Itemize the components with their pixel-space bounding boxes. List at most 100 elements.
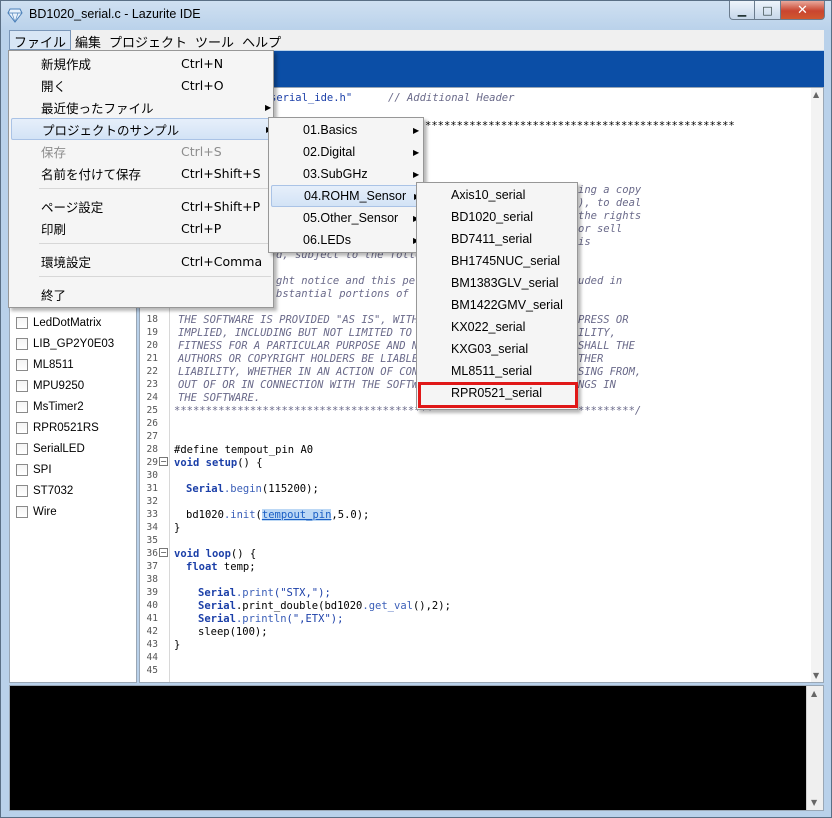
submenu-item-digital[interactable]: 02.Digital ▶ [271,141,421,163]
menu-project[interactable]: プロジェクト [105,30,191,51]
license-line: ****************************************… [174,405,434,417]
library-label: SerialLED [33,443,85,455]
line-number: 24 [146,392,158,403]
checkbox[interactable] [16,464,28,476]
menu-edit[interactable]: 編集 [71,30,105,51]
checkbox[interactable] [16,506,28,518]
library-item[interactable]: MsTimer2 [16,399,84,415]
library-item[interactable]: SPI [16,462,52,478]
line-number: 38 [146,574,158,585]
code-line-close: } [174,639,181,651]
line-number: 28 [146,444,158,455]
menu-help[interactable]: ヘルプ [238,30,285,51]
title-bar[interactable]: BD1020_serial.c - Lazurite IDE ▁ □ ✕ [1,1,831,29]
sample-item[interactable]: Axis10_serial [419,184,575,206]
menu-separator [39,243,271,244]
menu-file[interactable]: ファイル [9,30,72,51]
submenu-arrow-icon: ▶ [413,147,420,157]
menu-tools[interactable]: ツール [191,30,238,51]
menu-item-exit[interactable]: 終了 [11,283,271,305]
menu-item-save[interactable]: 保存 Ctrl+S [11,140,271,162]
checkbox[interactable] [16,485,28,497]
minimize-icon: ▁ [737,3,747,17]
console-scrollbar[interactable]: ▲ ▼ [806,686,823,810]
license-line: LIABILITY, WHETHER IN AN ACTION OF CONTR [178,366,431,378]
license-fragment: or sell [578,223,623,235]
license-fragment: bstantial portions of th [276,288,428,300]
scroll-up-icon[interactable]: ▲ [813,90,819,99]
menu-item-save-as[interactable]: 名前を付けて保存 Ctrl+Shift+S [11,162,271,184]
library-item[interactable]: LIB_GP2Y0E03 [16,336,114,352]
checkbox[interactable] [16,422,28,434]
library-item[interactable]: LedDotMatrix [16,315,101,331]
code-line-print-double: Serial.print_double(bd1020.get_val(),2); [198,600,451,612]
sample-item[interactable]: BD7411_serial [419,228,575,250]
library-item[interactable]: SerialLED [16,441,85,457]
menu-item-project-samples[interactable]: プロジェクトのサンプル▶ [11,118,273,140]
checkbox[interactable] [16,401,28,413]
sample-item[interactable]: BH1745NUC_serial [419,250,575,272]
checkbox[interactable] [16,443,28,455]
submenu-item-rohm-sensor[interactable]: 04.ROHM_Sensor▶ [271,185,423,207]
submenu-item-other-sensor[interactable]: 05.Other_Sensor▶ [271,207,421,229]
include-line: serial_ide.h" [270,92,353,104]
sample-item[interactable]: BD1020_serial [419,206,575,228]
sample-item[interactable]: BM1422GMV_serial [419,294,575,316]
minimize-button[interactable]: ▁ [729,1,755,20]
line-number: 20 [146,340,158,351]
editor-scrollbar[interactable]: ▲ ▼ [811,88,823,682]
library-item[interactable]: RPR0521RS [16,420,99,436]
library-item[interactable]: ML8511 [16,357,74,373]
library-label: Wire [33,506,57,518]
close-icon: ✕ [797,2,808,18]
sample-item[interactable]: KX022_serial [419,316,575,338]
scroll-up-icon[interactable]: ▲ [811,689,817,698]
fold-toggle-icon[interactable]: − [159,457,168,466]
close-button[interactable]: ✕ [781,1,825,20]
submenu-item-subghz[interactable]: 03.SubGHz ▶ [271,163,421,185]
code-line-begin: Serial.begin(115200); [186,483,319,495]
fold-toggle-icon[interactable]: − [159,548,168,557]
line-number: 29 [146,457,158,468]
library-item[interactable]: Wire [16,504,57,520]
library-item[interactable]: MPU9250 [16,378,84,394]
menu-item-page-setup[interactable]: ページ設定 Ctrl+Shift+P [11,195,271,217]
license-line: NGS IN [578,379,616,391]
sample-item[interactable]: BM1383GLV_serial [419,272,575,294]
line-number: 37 [146,561,158,572]
submenu-item-leds[interactable]: 06.LEDs▶ [271,229,421,251]
line-number: 21 [146,353,158,364]
scroll-down-icon[interactable]: ▼ [813,671,819,680]
library-item[interactable]: ST7032 [16,483,73,499]
menu-item-preferences[interactable]: 環境設定 Ctrl+Comma [11,250,271,272]
library-label: LedDotMatrix [33,317,102,329]
line-number: 40 [146,600,158,611]
sample-item[interactable]: ML8511_serial [419,360,575,382]
menu-item-print[interactable]: 印刷 Ctrl+P [11,217,271,239]
line-number: 27 [146,431,158,442]
license-line: ILITY, [578,327,616,339]
checkbox[interactable] [16,359,28,371]
selected-text: tempout_pin [261,509,332,521]
code-line-loop: void loop() { [174,548,257,560]
library-label: ST7032 [33,485,74,497]
scroll-down-icon[interactable]: ▼ [811,798,817,807]
checkbox[interactable] [16,380,28,392]
license-fragment: ght notice and this perm [276,275,428,287]
library-label: SPI [33,464,52,476]
maximize-button[interactable]: □ [755,1,781,20]
line-number: 35 [146,535,158,546]
license-fragment: the rights [578,210,642,222]
submenu-arrow-icon: ▶ [413,125,420,135]
console-output: ▲ ▼ [9,685,824,811]
menu-item-open[interactable]: 開く Ctrl+O [11,74,271,96]
submenu-item-basics[interactable]: 01.Basics ▶ [271,119,421,141]
library-label: LIB_GP2Y0E03 [33,338,115,350]
line-number: 31 [146,483,158,494]
menu-item-recent[interactable]: 最近使ったファイル ▶ [11,96,271,118]
sample-item[interactable]: KXG03_serial [419,338,575,360]
checkbox[interactable] [16,338,28,350]
checkbox[interactable] [16,317,28,329]
menu-item-new[interactable]: 新規作成 Ctrl+N [11,52,271,74]
license-line: IMPLIED, INCLUDING BUT NOT LIMITED TO TH [178,327,431,339]
